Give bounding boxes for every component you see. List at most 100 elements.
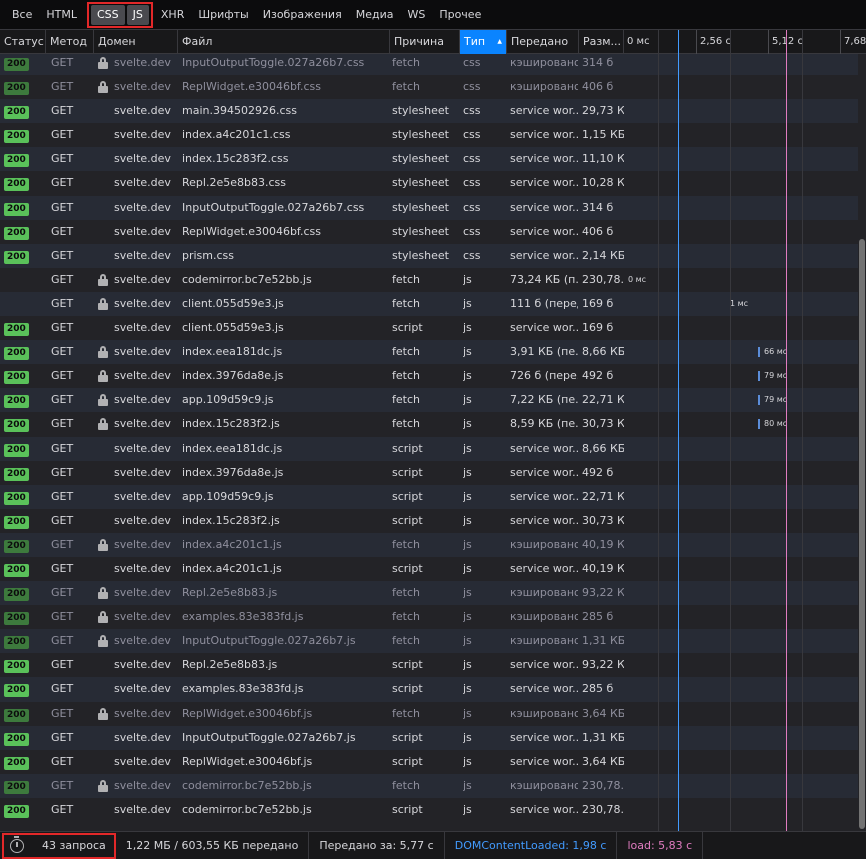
method-cell-text: GET [51, 513, 74, 527]
method-cell-text: GET [51, 176, 74, 190]
status-badge: 200 [4, 684, 29, 698]
filter-html[interactable]: HTML [40, 5, 83, 25]
filter-xhr[interactable]: XHR [155, 5, 190, 25]
type-cell: css [463, 220, 505, 244]
status-badge: 200 [4, 443, 29, 457]
size-cell: 314 б [582, 54, 624, 75]
file-cell-text: main.394502926.css [182, 104, 297, 118]
column-waterfall[interactable]: 0 мс 2,56 с 5,12 с 7,68 [624, 30, 866, 54]
file-cell: index.a4c201c1.js [182, 557, 387, 581]
method-cell: GET [51, 702, 91, 726]
size-cell: 93,22 КБ [582, 581, 624, 605]
type-cell: js [463, 364, 505, 388]
cause-cell-text: fetch [392, 272, 420, 286]
cause-cell-text: fetch [392, 586, 420, 600]
method-cell-text: GET [51, 128, 74, 142]
column-status[interactable]: Статус [0, 30, 46, 54]
size-cell-text: 285 б [582, 682, 614, 696]
size-cell-text: 40,19 КБ [582, 537, 624, 551]
column-file[interactable]: Файл [178, 30, 390, 54]
method-cell: GET [51, 750, 91, 774]
status-cell: 200 [4, 220, 44, 244]
transferred-cell: service wor... [510, 437, 578, 461]
method-cell: GET [51, 123, 91, 147]
file-cell: codemirror.bc7e52bb.js [182, 268, 387, 292]
method-cell: GET [51, 677, 91, 701]
filter-all[interactable]: Все [6, 5, 38, 25]
size-cell: 492 б [582, 364, 624, 388]
waterfall-cell [624, 750, 858, 774]
method-cell-text: GET [51, 441, 74, 455]
column-domain[interactable]: Домен [94, 30, 178, 54]
file-cell-text: client.055d59e3.js [182, 321, 284, 335]
cause-cell-text: fetch [392, 417, 420, 431]
transferred-cell-text: service wor... [510, 489, 578, 503]
column-method[interactable]: Метод [46, 30, 94, 54]
filter-other[interactable]: Прочее [433, 5, 487, 25]
method-cell-text: GET [51, 778, 74, 792]
type-cell-text: css [463, 176, 481, 190]
type-cell: js [463, 388, 505, 412]
filter-media[interactable]: Медиа [350, 5, 400, 25]
cause-cell: fetch [392, 75, 458, 99]
scrollbar-thumb[interactable] [859, 239, 865, 829]
transferred-cell-text: service wor... [510, 152, 578, 166]
cause-cell: script [392, 316, 458, 340]
domain-cell: svelte.dev [98, 509, 178, 533]
cause-cell: stylesheet [392, 123, 458, 147]
filter-css[interactable]: CSS [91, 4, 125, 25]
waterfall-cell [624, 75, 858, 99]
file-cell-text: ReplWidget.e30046bf.js [182, 754, 313, 768]
file-cell-text: index.15c283f2.js [182, 417, 280, 431]
size-cell-text: 230,78... [582, 778, 624, 792]
filter-fonts[interactable]: Шрифты [192, 5, 254, 25]
waterfall-cell [624, 244, 858, 268]
stopwatch-icon[interactable] [10, 835, 24, 853]
filter-ws[interactable]: WS [401, 5, 431, 25]
domain-text: svelte.dev [114, 537, 171, 551]
filter-js[interactable]: JS [126, 4, 149, 25]
domain-cell: svelte.dev [98, 533, 178, 557]
column-type[interactable]: Тип [460, 30, 507, 54]
column-cause[interactable]: Причина [390, 30, 460, 54]
status-badge: 200 [4, 756, 29, 770]
type-cell: css [463, 75, 505, 99]
filter-bar: Все HTML CSS JS XHR Шрифты Изображения М… [0, 0, 866, 30]
method-cell: GET [51, 99, 91, 123]
method-cell-text: GET [51, 586, 74, 600]
file-cell: codemirror.bc7e52bb.js [182, 774, 387, 798]
type-cell-text: js [463, 417, 472, 431]
column-transferred[interactable]: Передано [507, 30, 579, 54]
file-cell: prism.css [182, 244, 387, 268]
domain-text: svelte.dev [114, 80, 171, 94]
type-cell: js [463, 605, 505, 629]
status-badge: 200 [4, 130, 29, 144]
size-cell-text: 314 б [582, 200, 614, 214]
size-cell: 314 б [582, 196, 624, 220]
domain-cell: svelte.dev [98, 340, 178, 364]
domain-text: svelte.dev [114, 778, 171, 792]
file-cell-text: examples.83e383fd.js [182, 610, 304, 624]
cause-cell: script [392, 557, 458, 581]
file-cell: client.055d59e3.js [182, 292, 387, 316]
transferred-cell-text: service wor... [510, 682, 578, 696]
type-cell: js [463, 726, 505, 750]
transferred-cell: service wor... [510, 99, 578, 123]
vertical-scrollbar[interactable] [858, 54, 866, 831]
domain-text: svelte.dev [114, 321, 171, 335]
filter-images[interactable]: Изображения [257, 5, 348, 25]
method-cell: GET [51, 412, 91, 436]
waterfall-cell [624, 509, 858, 533]
domain-text: svelte.dev [114, 634, 171, 648]
method-cell-text: GET [51, 104, 74, 118]
status-badge: 200 [4, 202, 29, 216]
status-cell: 200 [4, 54, 44, 75]
waterfall-cell [624, 437, 858, 461]
method-cell: GET [51, 268, 91, 292]
type-cell-text: css [463, 128, 481, 142]
transferred-cell: кэшировано [510, 774, 578, 798]
transferred-cell: service wor... [510, 509, 578, 533]
domain-cell: svelte.dev [98, 557, 178, 581]
status-badge: 200 [4, 467, 29, 481]
column-size[interactable]: Разм... [579, 30, 624, 54]
